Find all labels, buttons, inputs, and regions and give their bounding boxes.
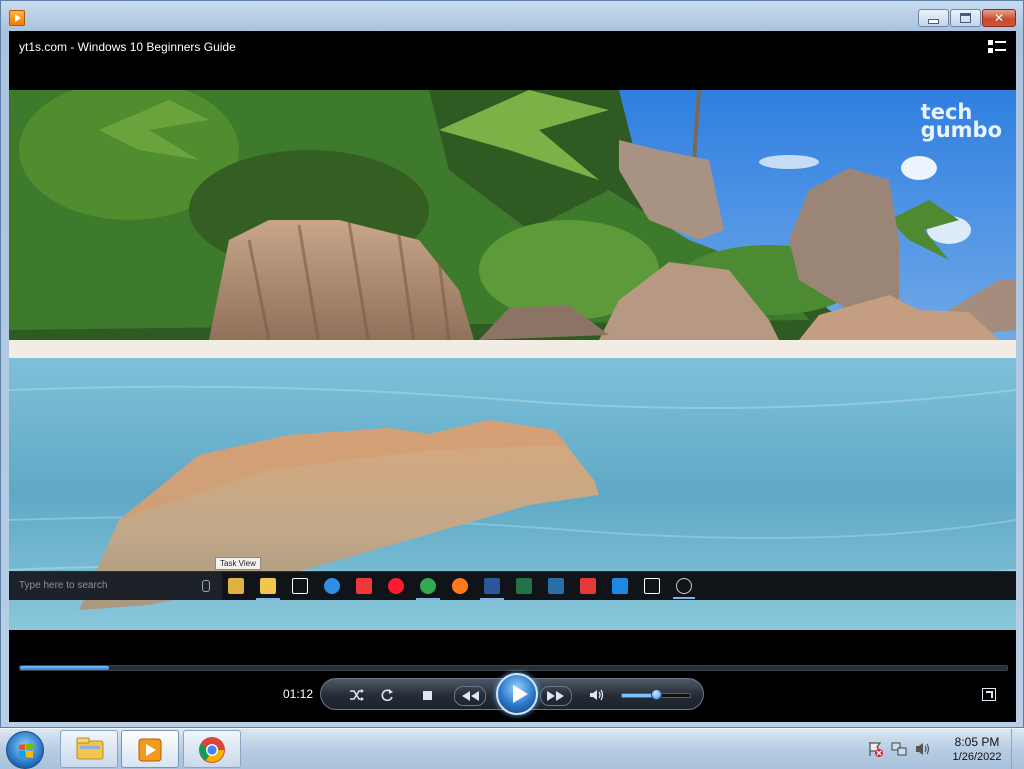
steam-icon (548, 578, 564, 594)
seek-bar[interactable] (19, 665, 1008, 671)
shuffle-icon (350, 689, 364, 701)
task-view-icon (228, 578, 244, 594)
channel-watermark: tech gumbo (920, 102, 1002, 142)
taskbar-media-player-button[interactable] (121, 730, 179, 768)
playback-controls (320, 673, 704, 715)
elapsed-time: 01:12 (282, 687, 313, 701)
video-taskbar: Type here to search (9, 571, 1016, 600)
next-button[interactable] (540, 686, 572, 706)
firefox-icon (452, 578, 468, 594)
beach-scene-image (9, 90, 1016, 630)
maximize-icon (960, 13, 971, 23)
watermark-line2: gumbo (920, 118, 1002, 142)
previous-button[interactable] (454, 686, 486, 706)
os-taskbar: 8:05 PM 1/26/2022 (0, 728, 1024, 769)
speaker-icon (590, 689, 604, 701)
action-center-icon[interactable] (867, 741, 883, 757)
volume-slider[interactable] (621, 689, 691, 700)
clock-time[interactable]: 8:05 PM (947, 735, 1007, 749)
edge-icon (324, 578, 340, 594)
player-area[interactable]: yt1s.com - Windows 10 Beginners Guide te… (9, 31, 1016, 722)
opera-icon (388, 578, 404, 594)
vivaldi-icon (356, 578, 372, 594)
video-search-box: Type here to search (9, 572, 222, 600)
store-icon (292, 578, 308, 594)
clock-date[interactable]: 1/26/2022 (947, 751, 1007, 763)
media-player-icon (138, 738, 162, 762)
show-desktop-button[interactable] (1011, 729, 1024, 769)
fast-forward-icon (547, 691, 564, 701)
word-icon (480, 578, 504, 600)
windows-explorer-icon (76, 737, 104, 760)
video-title: yt1s.com - Windows 10 Beginners Guide (19, 40, 236, 54)
volume-tray-icon[interactable] (915, 741, 931, 757)
vpn-icon (580, 578, 596, 594)
mute-button[interactable] (589, 688, 605, 702)
7zip-icon (644, 578, 660, 594)
repeat-icon (381, 689, 393, 702)
rewind-icon (462, 691, 479, 701)
repeat-button[interactable] (379, 688, 395, 702)
task-view-tooltip: Task View (215, 557, 261, 570)
file-explorer-icon (256, 578, 280, 600)
seek-progress (20, 666, 109, 670)
excel-icon (516, 578, 532, 594)
volume-thumb[interactable] (651, 689, 662, 700)
switch-view-icon[interactable] (982, 688, 996, 701)
start-button[interactable] (6, 731, 44, 769)
stop-icon (422, 690, 432, 700)
taskbar-chrome-button[interactable] (183, 730, 241, 768)
switch-to-library-icon[interactable] (988, 40, 1006, 54)
media-player-app-icon[interactable] (9, 10, 25, 26)
close-button[interactable]: ✕ (982, 9, 1016, 27)
play-button[interactable] (496, 673, 538, 715)
obs-icon (673, 578, 695, 599)
minimize-button[interactable] (918, 9, 949, 27)
title-bar[interactable]: ✕ (1, 1, 1023, 31)
video-frame[interactable]: tech gumbo (9, 90, 1016, 630)
chrome-icon (416, 578, 440, 600)
playstation-icon (612, 578, 628, 594)
maximize-button[interactable] (950, 9, 981, 27)
minimize-icon (928, 18, 939, 24)
media-player-window: ✕ yt1s.com - Windows 10 Beginners Guide (0, 0, 1024, 728)
system-tray: 8:05 PM 1/26/2022 (860, 729, 1024, 769)
taskbar-explorer-button[interactable] (60, 730, 118, 768)
windows-logo-icon (19, 743, 33, 758)
shuffle-button[interactable] (349, 688, 365, 702)
video-search-placeholder: Type here to search (19, 580, 108, 591)
network-icon[interactable] (891, 741, 907, 757)
chrome-icon (199, 737, 225, 763)
stop-button[interactable] (421, 688, 433, 702)
microphone-icon (202, 580, 210, 592)
close-icon: ✕ (993, 11, 1005, 25)
